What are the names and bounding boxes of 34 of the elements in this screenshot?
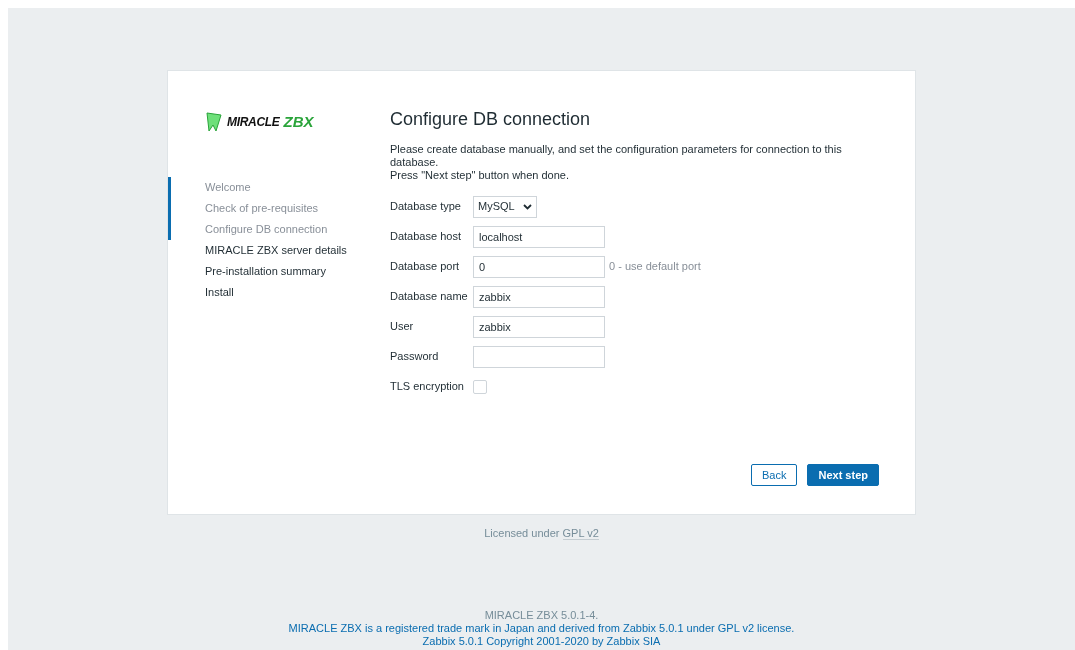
step-label: Install [205,286,234,298]
field-label: TLS encryption [390,380,464,393]
back-button[interactable]: Back [751,464,798,486]
footer-link[interactable]: Zabbix 5.0.1 Copyright 2001-2020 by Zabbix SIA [288,635,795,648]
chevron-icon [522,203,532,210]
step-label: Pre-installation summary [205,265,327,277]
field-label: Database port [390,260,460,273]
page-title: Configure DB connection [390,109,592,131]
input-field[interactable]: zabbix [473,285,605,308]
field-label: Database host [390,230,461,243]
input-field[interactable]: 0 [473,255,605,278]
step-label: Check of pre-requisites [205,202,319,214]
intro-text: Please create database manually, and set the configuration parameters for connection to this database. [390,142,843,169]
logo-text: MIRACLE [227,114,280,131]
step-label: Welcome [205,181,251,193]
input-field[interactable]: localhost [473,225,605,248]
logo-icon [205,111,223,133]
license-text: Licensed under [484,527,560,539]
input-field[interactable]: zabbix [473,315,605,338]
input-field[interactable] [473,345,605,368]
field-label: Database name [390,290,468,303]
footer-link[interactable]: MIRACLE ZBX is a registered trade mark in Japan and derived from Zabbix 5.0.1 under GPL v2 license. [288,622,795,635]
field-label: User [390,320,414,333]
version-text: MIRACLE ZBX 5.0.1-4. [483,609,600,622]
field-label: Database type [390,200,461,213]
checkbox[interactable] [473,379,487,394]
type-dropdown[interactable]: MySQL [473,195,537,218]
next-button[interactable]: Next step [807,464,879,486]
hint-text: 0 - use default port [609,259,701,275]
field-label: Password [390,350,439,363]
intro-text: Press "Next step" button when done. [390,168,571,182]
logo-text: ZBX [283,111,314,132]
step-label: Configure DB connection [205,223,328,235]
step-label: MIRACLE ZBX server details [205,244,347,256]
